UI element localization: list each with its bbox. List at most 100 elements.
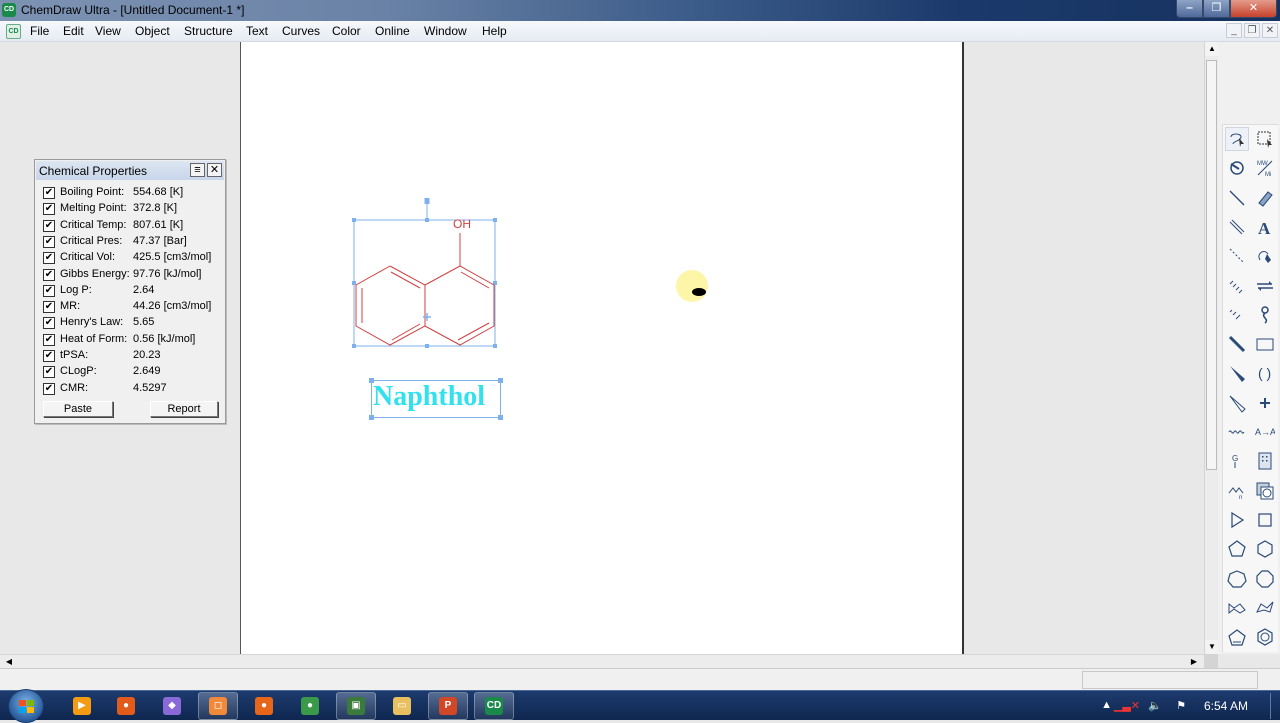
paste-button[interactable]: Paste	[43, 401, 113, 417]
scroll-left-button[interactable]: ◀	[2, 655, 16, 668]
dashed-bond-tool[interactable]	[1225, 244, 1249, 268]
wedge-bond-tool[interactable]	[1225, 361, 1249, 385]
menu-color[interactable]: Color	[332, 24, 361, 38]
arrow-tool[interactable]	[1253, 274, 1277, 298]
naphthol-structure[interactable]: OH	[350, 195, 500, 350]
scroll-down-button[interactable]: ▼	[1205, 640, 1219, 654]
cyclopropane-tool[interactable]	[1225, 508, 1249, 532]
document-page[interactable]	[240, 42, 964, 654]
panel-header[interactable]: Chemical Properties ≡ ✕	[36, 161, 224, 180]
vertical-scroll-thumb[interactable]	[1206, 60, 1217, 470]
property-checkbox[interactable]: ✔	[43, 252, 55, 265]
taskbar-firefox[interactable]: ●	[244, 692, 284, 720]
cyclopentane-tool[interactable]	[1225, 537, 1249, 561]
wavy-bond-tool[interactable]	[1225, 420, 1249, 444]
repeat-unit-tool[interactable]: n	[1225, 479, 1249, 503]
bold-bond-tool[interactable]	[1225, 332, 1249, 356]
property-checkbox[interactable]: ✔	[43, 284, 55, 297]
menu-curves[interactable]: Curves	[282, 24, 320, 38]
menu-text[interactable]: Text	[246, 24, 268, 38]
horizontal-scrollbar[interactable]: ◀ ▶	[0, 654, 1204, 668]
taskbar-prism-app[interactable]: ◆	[152, 692, 192, 720]
network-disconnected-icon[interactable]: ▁▃✕	[1114, 699, 1140, 712]
scroll-up-button[interactable]: ▲	[1205, 42, 1219, 56]
volume-icon[interactable]: 🔈	[1148, 699, 1162, 712]
cyclopentadiene-tool[interactable]	[1225, 625, 1249, 649]
property-checkbox[interactable]: ✔	[43, 317, 55, 330]
action-center-flag-icon[interactable]: ⚑	[1176, 699, 1186, 712]
menu-window[interactable]: Window	[424, 24, 467, 38]
caption-text-box[interactable]: Naphthol	[369, 378, 503, 420]
taskbar-file-explorer[interactable]: ▭	[382, 692, 422, 720]
report-button[interactable]: Report	[150, 401, 218, 417]
query-tool[interactable]: A→A	[1253, 420, 1277, 444]
resize-handle[interactable]	[498, 378, 503, 383]
document-icon[interactable]: CD	[6, 24, 21, 39]
chemdraw-app-icon[interactable]: CD	[2, 3, 16, 17]
chair-cyclohexane-2-tool[interactable]	[1253, 596, 1277, 620]
property-checkbox[interactable]: ✔	[43, 382, 55, 395]
lasso-tool[interactable]	[1225, 127, 1249, 151]
cyclohexane-tool[interactable]	[1253, 537, 1277, 561]
hashed-bond-tool[interactable]	[1225, 274, 1249, 298]
taskbar-chrome[interactable]: ●	[290, 692, 330, 720]
caption-text[interactable]: Naphthol	[373, 381, 485, 413]
drawing-elements-tool[interactable]	[1253, 332, 1277, 356]
menu-edit[interactable]: Edit	[63, 24, 84, 38]
hashed-wedge-tool[interactable]	[1225, 303, 1249, 327]
menu-help[interactable]: Help	[482, 24, 507, 38]
doc-close-button[interactable]: ✕	[1262, 23, 1278, 38]
panel-close-button[interactable]: ✕	[207, 163, 222, 177]
taskbar-powerpoint[interactable]: P	[428, 692, 468, 720]
benzene-tool[interactable]	[1253, 625, 1277, 649]
taskbar-system-monitor[interactable]: ▣	[336, 692, 376, 720]
property-checkbox[interactable]: ✔	[43, 219, 55, 232]
close-button[interactable]: ✕	[1230, 0, 1277, 18]
start-button[interactable]	[8, 689, 44, 723]
hollow-wedge-tool[interactable]	[1225, 391, 1249, 415]
show-hidden-icons-button[interactable]: ▲	[1101, 699, 1112, 711]
cyclooctane-tool[interactable]	[1253, 567, 1277, 591]
menu-online[interactable]: Online	[375, 24, 410, 38]
property-checkbox[interactable]: ✔	[43, 350, 55, 362]
property-checkbox[interactable]: ✔	[43, 333, 55, 346]
clock[interactable]: 6:54 AM	[1204, 699, 1248, 713]
chair-cyclohexane-1-tool[interactable]	[1225, 596, 1249, 620]
mass-fragmentation-tool[interactable]: MW Mi	[1253, 156, 1277, 180]
property-checkbox[interactable]: ✔	[43, 187, 55, 199]
doc-minimize-button[interactable]: _	[1226, 23, 1242, 38]
tlc-plate-tool[interactable]	[1253, 449, 1277, 473]
resize-handle[interactable]	[369, 415, 374, 420]
maximize-button[interactable]: ❐	[1203, 0, 1230, 18]
structure-perspective-tool[interactable]	[1225, 156, 1249, 180]
templates-gallery-tool[interactable]	[1253, 479, 1277, 503]
chemical-symbols-tool[interactable]	[1253, 391, 1277, 415]
show-desktop-button[interactable]	[1270, 693, 1280, 719]
property-checkbox[interactable]: ✔	[43, 268, 55, 281]
resize-handle[interactable]	[498, 415, 503, 420]
menu-file[interactable]: File	[30, 24, 49, 38]
taskbar-paint-app[interactable]: ●	[106, 692, 146, 720]
property-checkbox[interactable]: ✔	[43, 366, 55, 379]
menu-object[interactable]: Object	[135, 24, 170, 38]
taskbar-media-player[interactable]: ▶	[62, 692, 102, 720]
vertical-scrollbar[interactable]: ▲ ▼	[1204, 42, 1219, 654]
orbital-tool[interactable]	[1253, 303, 1277, 327]
template-tool[interactable]: G	[1225, 449, 1249, 473]
brackets-tool[interactable]: ( )	[1253, 361, 1277, 385]
property-checkbox[interactable]: ✔	[43, 235, 55, 248]
panel-menu-button[interactable]: ≡	[190, 163, 205, 177]
doc-restore-button[interactable]: ❐	[1244, 23, 1260, 38]
menu-view[interactable]: View	[95, 24, 121, 38]
property-checkbox[interactable]: ✔	[43, 301, 55, 314]
minimize-button[interactable]: ‒	[1176, 0, 1203, 18]
text-tool[interactable]: A	[1253, 215, 1277, 239]
marquee-tool[interactable]	[1253, 127, 1277, 151]
cyclobutane-tool[interactable]	[1253, 508, 1277, 532]
taskbar-screen-recorder[interactable]: ◻	[198, 692, 238, 720]
resize-handle[interactable]	[369, 378, 374, 383]
property-checkbox[interactable]: ✔	[43, 203, 55, 216]
pen-tool[interactable]	[1253, 244, 1277, 268]
menu-structure[interactable]: Structure	[184, 24, 233, 38]
solid-bond-tool[interactable]	[1225, 186, 1249, 210]
